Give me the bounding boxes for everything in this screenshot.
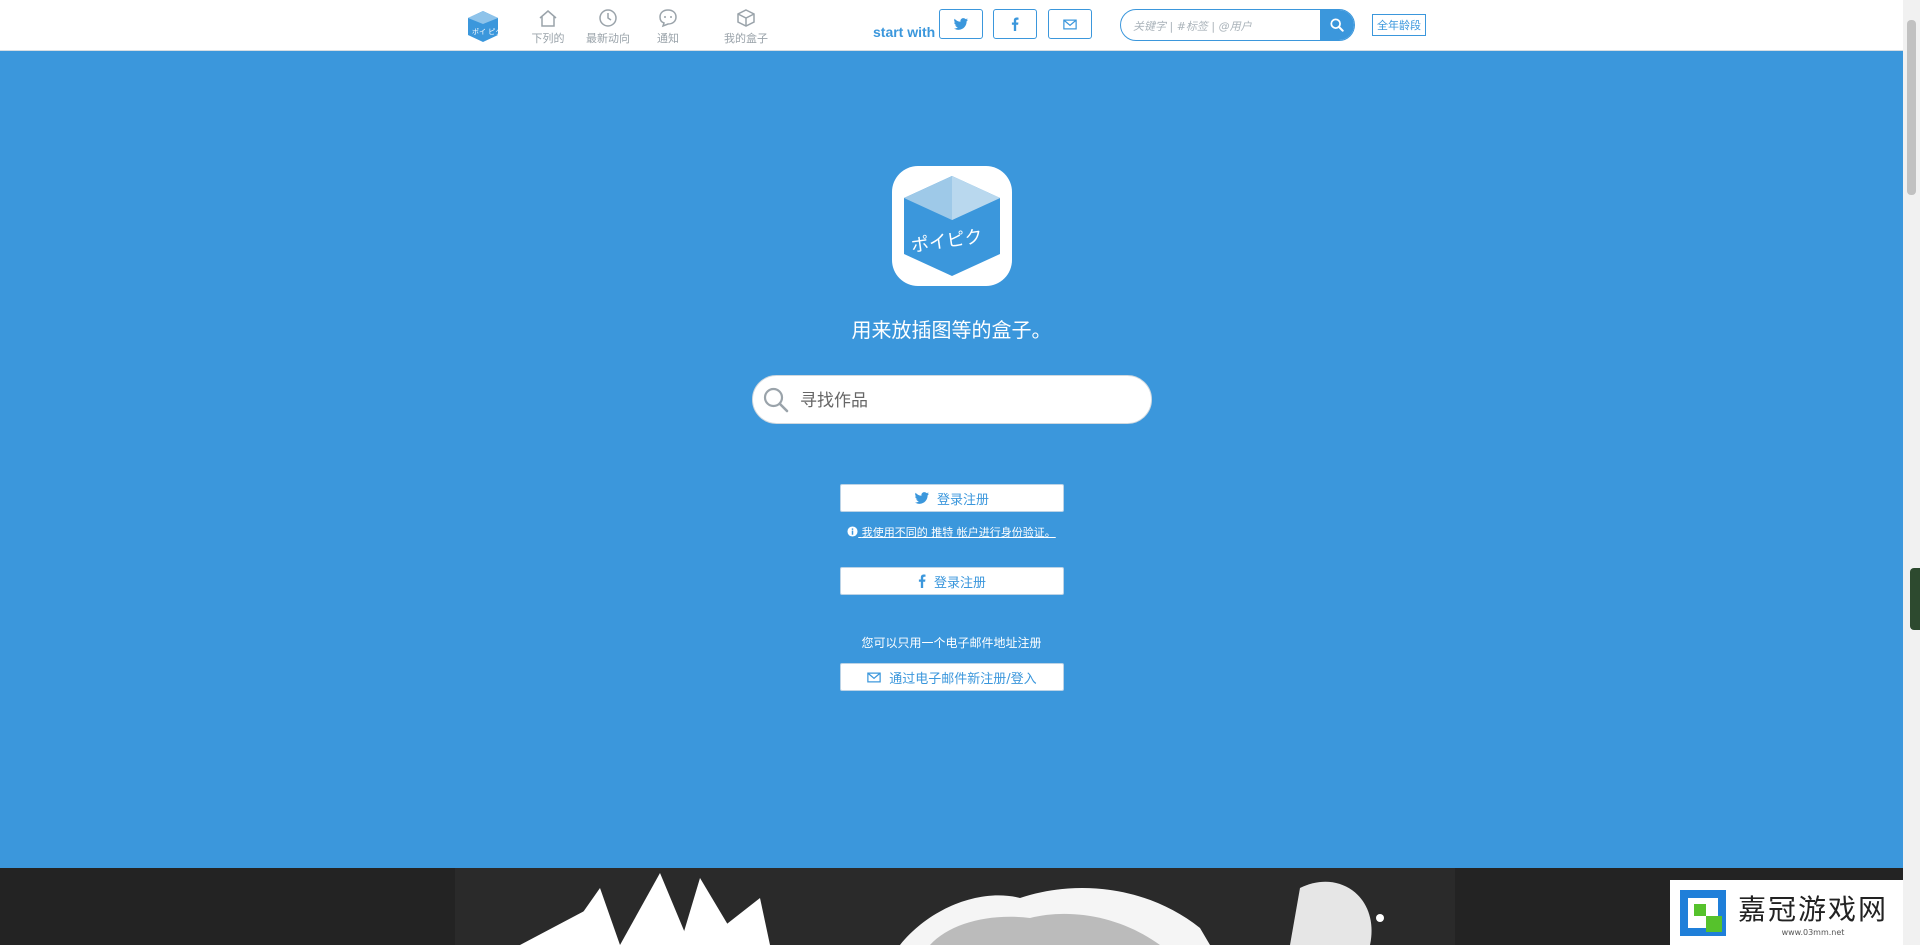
header-search-button[interactable] [1320,10,1354,40]
nav-recent-label: 最新动向 [586,32,630,45]
search-icon [763,387,789,413]
chat-icon [659,9,677,28]
header-search-input[interactable] [1131,10,1310,40]
nav-my-box[interactable]: 我的盒子 [716,8,776,46]
nav-follow-label: 下列的 [531,32,565,45]
email-login-label: 通过电子邮件新注册/登入 [889,671,1037,687]
info-icon [847,526,858,537]
start-with-label: start with [873,24,936,40]
page-scrollbar[interactable] [1903,0,1920,945]
featured-artwork-strip [0,868,1903,945]
start-email-button[interactable] [1048,9,1092,39]
facebook-login-button[interactable]: 登录注册 [840,567,1064,595]
watermark-title: 嘉冠游戏网 [1738,893,1889,926]
twitter-icon [954,18,968,30]
nav-notifications-label: 通知 [657,32,679,45]
facebook-icon [1011,17,1019,31]
work-search-input[interactable] [798,376,1142,425]
twitter-icon [914,492,929,504]
site-watermark: 嘉冠游戏网 www.03mm.net [1670,880,1920,945]
twitter-account-note-text: 我使用不同的 推特 帐户进行身份验证。 [861,526,1056,539]
nav-follow[interactable]: 下列的 [518,8,578,46]
poipiku-logo[interactable]: ポイ ピク [466,9,502,43]
manga-artwork-image [455,868,1455,945]
twitter-login-button[interactable]: 登录注册 [840,484,1064,512]
start-facebook-button[interactable] [993,9,1037,39]
side-widget-tab[interactable] [1910,568,1920,630]
watermark-logo-icon [1680,889,1726,936]
scrollbar-thumb[interactable] [1907,20,1916,195]
email-login-button[interactable]: 通过电子邮件新注册/登入 [840,663,1064,691]
nav-notifications[interactable]: 通知 [638,8,698,46]
work-search [752,375,1152,425]
svg-text:ポイ ピク: ポイ ピク [472,28,500,36]
hero-logo: ポイピク [892,166,1012,286]
facebook-icon [918,574,926,588]
tagline: 用来放插图等的盒子。 [851,318,1052,342]
watermark-url: www.03mm.net [1781,928,1845,937]
nav-my-box-label: 我的盒子 [724,32,768,45]
facebook-login-label: 登录注册 [933,575,986,591]
age-filter-badge[interactable]: 全年龄段 [1372,14,1426,36]
mail-icon [1063,19,1077,29]
header-search [1120,9,1355,41]
email-register-note: 您可以只用一个电子邮件地址注册 [861,636,1042,650]
start-twitter-button[interactable] [939,9,983,39]
search-icon [1330,18,1344,32]
top-header: ポイ ピク 下列的 最新动向 通知 我的盒子 start with 关键字 | … [0,0,1903,51]
nav-recent[interactable]: 最新动向 [578,8,638,46]
home-icon [539,10,557,27]
clock-icon [599,9,617,27]
box-icon [737,9,755,27]
twitter-account-note[interactable]: 我使用不同的 推特 帐户进行身份验证。 [0,524,1903,540]
mail-icon [867,672,882,682]
twitter-login-label: 登录注册 [936,492,989,508]
